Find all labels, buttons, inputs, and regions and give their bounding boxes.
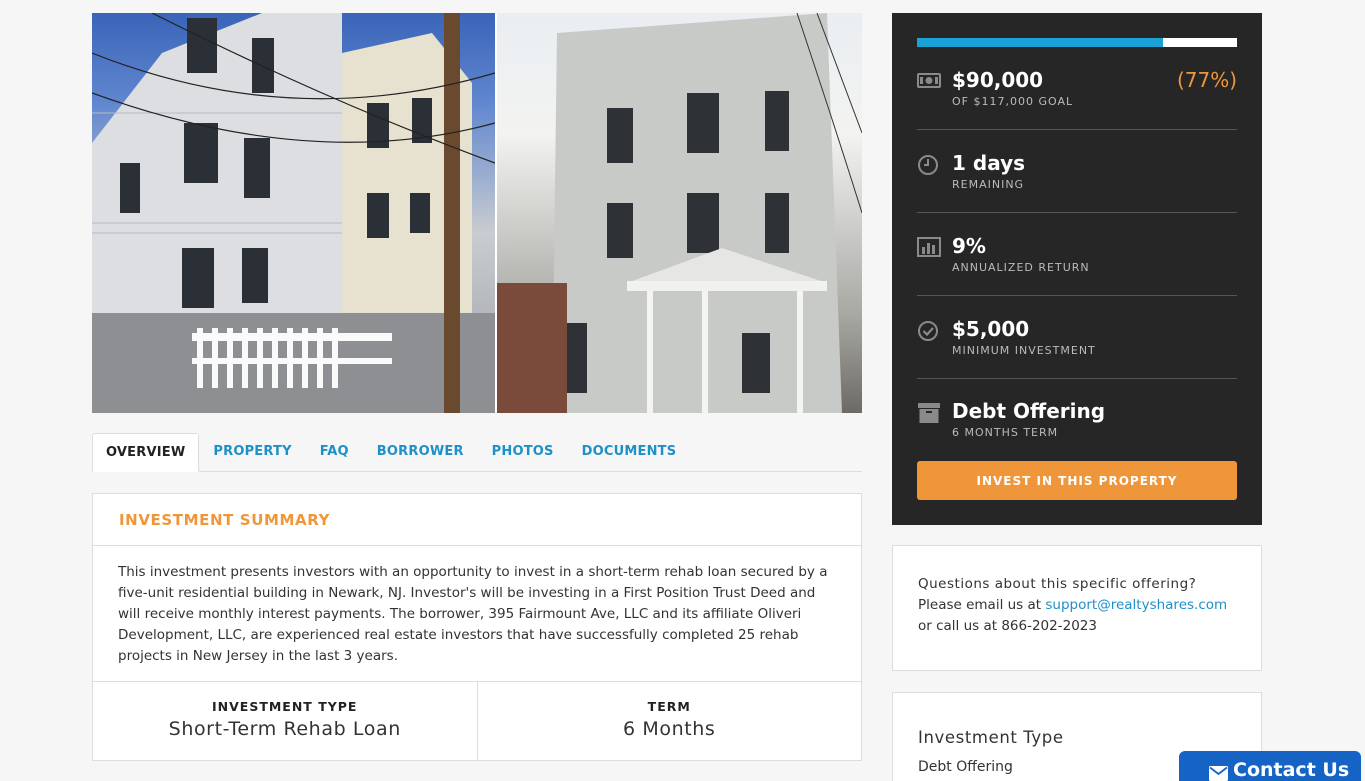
property-photo-2[interactable]	[497, 13, 862, 413]
goal-label: OF $117,000 GOAL	[952, 95, 1074, 108]
minimum-investment: $5,000	[952, 317, 1030, 341]
tab-bar: OVERVIEW PROPERTY FAQ BORROWER PHOTOS DO…	[92, 433, 862, 472]
tab-property[interactable]: PROPERTY	[199, 433, 305, 471]
contact-us-label: Contact Us	[1233, 759, 1350, 781]
tab-faq[interactable]: FAQ	[306, 433, 363, 471]
meta-value: Short-Term Rehab Loan	[168, 718, 401, 740]
meta-term: TERM 6 Months	[476, 682, 862, 761]
percent-funded: (77%)	[1176, 68, 1237, 92]
stat-days: 1 days REMAINING	[917, 130, 1237, 213]
bar-chart-icon	[917, 237, 941, 259]
offering-type: Debt Offering	[952, 399, 1106, 423]
return-label: ANNUALIZED RETURN	[952, 261, 1090, 274]
stat-raised: $90,000 OF $117,000 GOAL (77%)	[917, 47, 1237, 130]
investment-summary-title: INVESTMENT SUMMARY	[93, 494, 861, 546]
questions-card: Questions about this specific offering? …	[892, 545, 1262, 671]
tab-documents[interactable]: DOCUMENTS	[568, 433, 691, 471]
stat-offering: Debt Offering 6 MONTHS TERM	[917, 379, 1237, 461]
invest-button[interactable]: INVEST IN THIS PROPERTY	[917, 461, 1237, 500]
questions-email-line: Please email us at support@realtyshares.…	[918, 595, 1236, 616]
tab-borrower[interactable]: BORROWER	[363, 433, 478, 471]
funding-progress-fill	[917, 38, 1164, 47]
property-photo-1[interactable]	[92, 13, 495, 413]
funding-progress-bar	[917, 38, 1237, 47]
questions-phone-line: or call us at 866-202-2023	[918, 618, 1097, 634]
tab-photos[interactable]: PHOTOS	[478, 433, 568, 471]
days-remaining: 1 days	[952, 151, 1026, 175]
check-circle-icon	[917, 320, 939, 342]
investment-type-title: Investment Type	[918, 728, 1064, 747]
investment-summary-meta: INVESTMENT TYPE Short-Term Rehab Loan TE…	[93, 682, 861, 761]
investment-summary-card: INVESTMENT SUMMARY This investment prese…	[92, 493, 862, 761]
annualized-return: 9%	[952, 234, 986, 258]
email-prefix: Please email us at	[918, 597, 1042, 613]
stat-minimum: $5,000 MINIMUM INVESTMENT	[917, 296, 1237, 379]
tab-overview[interactable]: OVERVIEW	[92, 433, 200, 472]
meta-investment-type: INVESTMENT TYPE Short-Term Rehab Loan	[93, 682, 477, 761]
property-photo-gallery[interactable]	[92, 13, 862, 413]
offering-stats-panel: $90,000 OF $117,000 GOAL (77%) 1 days RE…	[892, 13, 1262, 525]
money-icon	[917, 71, 941, 93]
meta-label: TERM	[647, 699, 691, 714]
questions-title: Questions about this specific offering?	[918, 576, 1197, 592]
minimum-label: MINIMUM INVESTMENT	[952, 344, 1096, 357]
contact-us-button[interactable]: Contact Us	[1179, 751, 1361, 781]
envelope-icon	[1209, 764, 1228, 781]
offering-term: 6 MONTHS TERM	[952, 426, 1059, 439]
clock-icon	[917, 154, 939, 176]
days-label: REMAINING	[952, 178, 1025, 191]
stat-return: 9% ANNUALIZED RETURN	[917, 213, 1237, 296]
meta-value: 6 Months	[623, 718, 716, 740]
meta-label: INVESTMENT TYPE	[212, 699, 358, 714]
support-email-link[interactable]: support@realtyshares.com	[1045, 597, 1227, 613]
investment-summary-text: This investment presents investors with …	[93, 546, 861, 682]
archive-icon	[917, 402, 940, 424]
